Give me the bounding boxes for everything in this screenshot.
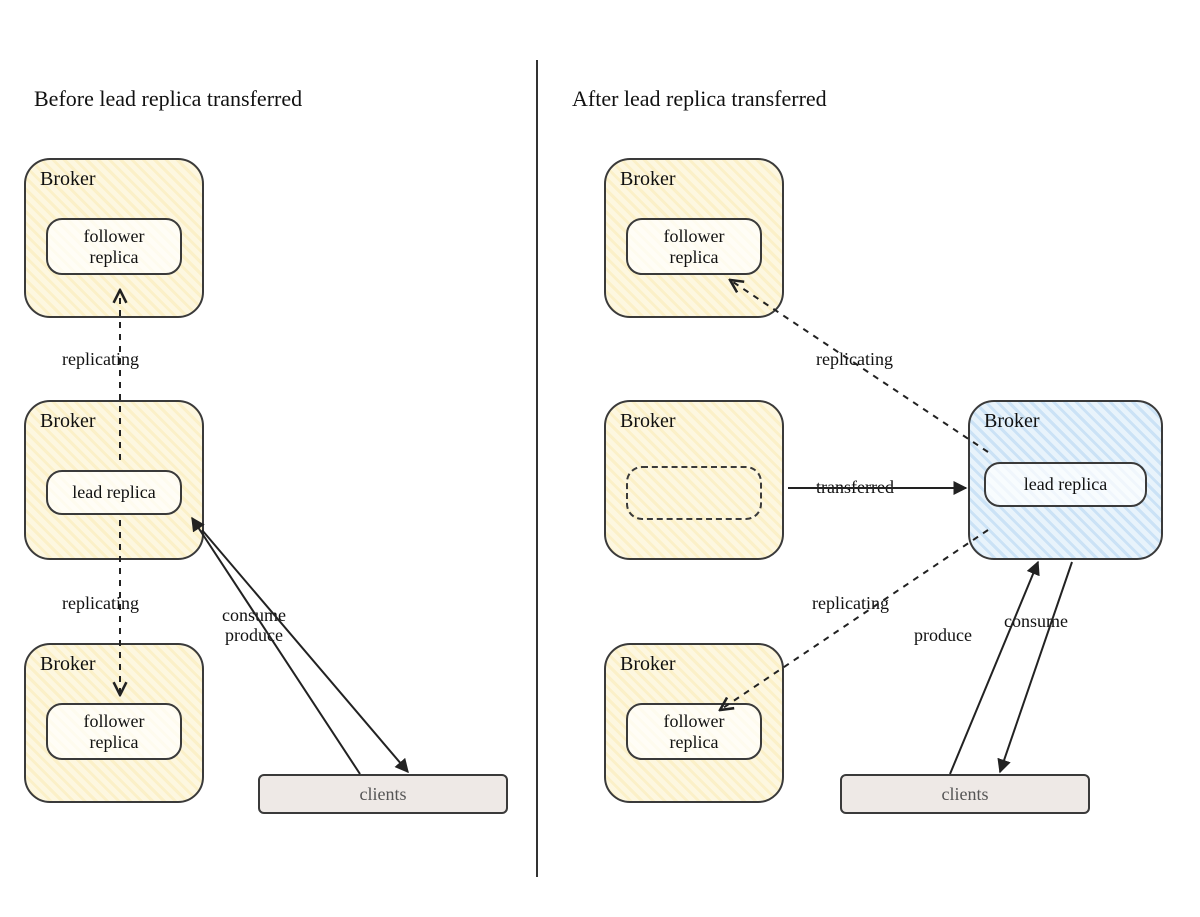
left-broker-top: Broker follower replica — [24, 158, 204, 318]
right-lead-replica: lead replica — [984, 462, 1147, 507]
empty-replica-placeholder — [626, 466, 762, 520]
right-follower-top: follower replica — [626, 218, 762, 275]
left-title: Before lead replica transferred — [34, 86, 302, 112]
broker-label: Broker — [620, 653, 768, 676]
right-broker-top: Broker follower replica — [604, 158, 784, 318]
right-transferred: transferred — [812, 478, 898, 498]
right-produce-arrow — [950, 562, 1038, 774]
left-broker-bot: Broker follower replica — [24, 643, 204, 803]
right-follower-bot: follower replica — [626, 703, 762, 760]
right-title: After lead replica transferred — [572, 86, 827, 112]
follower-replica-bot: follower replica — [46, 703, 182, 760]
left-consume-produce: consume produce — [218, 606, 290, 646]
right-broker-mid: Broker — [604, 400, 784, 560]
right-new-broker: Broker lead replica — [968, 400, 1163, 560]
right-consume: consume — [1000, 612, 1072, 632]
clients-label: clients — [360, 784, 407, 805]
vertical-divider — [536, 60, 538, 877]
diagram-canvas: Before lead replica transferred Broker f… — [0, 0, 1200, 917]
right-consume-arrow — [1000, 562, 1072, 772]
right-produce: produce — [910, 626, 976, 646]
broker-label: Broker — [620, 168, 768, 191]
left-replicating-bot: replicating — [58, 594, 143, 614]
left-clients: clients — [258, 774, 508, 814]
clients-label: clients — [942, 784, 989, 805]
left-broker-mid: Broker lead replica — [24, 400, 204, 560]
right-broker-bot: Broker follower replica — [604, 643, 784, 803]
broker-label: Broker — [40, 168, 188, 191]
left-replicating-top: replicating — [58, 350, 143, 370]
right-replicating-top: replicating — [812, 350, 897, 370]
follower-replica-top: follower replica — [46, 218, 182, 275]
right-replicating-bot: replicating — [808, 594, 893, 614]
lead-replica: lead replica — [46, 470, 182, 515]
left-produce-arrow — [192, 518, 360, 774]
broker-label: Broker — [40, 653, 188, 676]
broker-label: Broker — [620, 410, 768, 433]
broker-label: Broker — [984, 410, 1147, 433]
right-clients: clients — [840, 774, 1090, 814]
left-consume-arrow — [202, 530, 408, 772]
broker-label: Broker — [40, 410, 188, 433]
